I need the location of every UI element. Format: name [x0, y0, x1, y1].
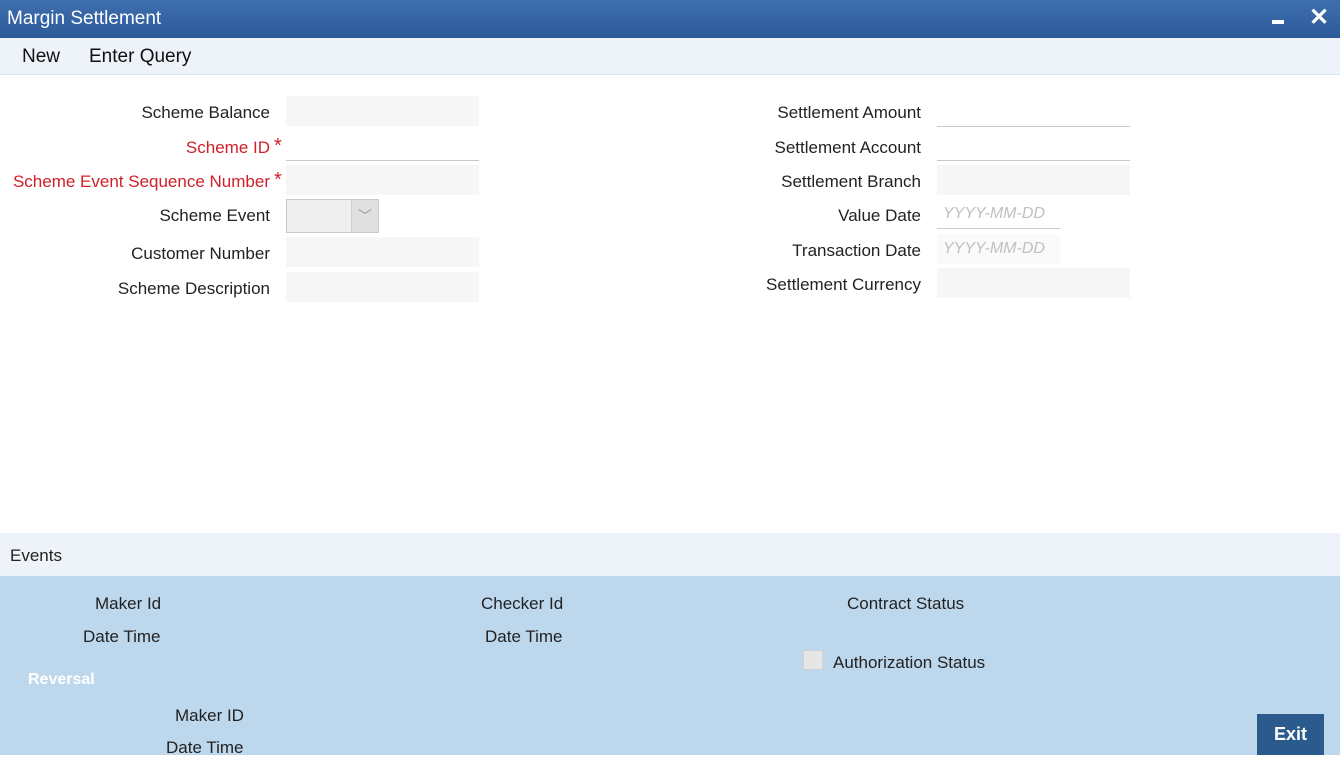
scheme-description-field[interactable]: [286, 272, 479, 302]
value-date-label: Value Date: [838, 206, 921, 225]
settlement-currency-label: Settlement Currency: [766, 275, 921, 294]
scheme-event-seq-input[interactable]: [286, 165, 479, 195]
chevron-down-icon: ﹀: [351, 200, 378, 232]
scheme-event-select[interactable]: ﹀: [286, 199, 379, 233]
reversal-maker-id-label: Maker ID: [175, 706, 244, 725]
settlement-amount-input[interactable]: [937, 97, 1130, 127]
events-link[interactable]: Events: [10, 546, 62, 566]
toolbar: New Enter Query: [0, 38, 1340, 75]
reversal-heading: Reversal: [28, 671, 95, 688]
exit-button[interactable]: Exit: [1257, 714, 1324, 755]
settlement-currency-field[interactable]: [937, 268, 1130, 298]
settlement-branch-label: Settlement Branch: [781, 172, 921, 191]
customer-number-field[interactable]: [286, 237, 479, 267]
new-button[interactable]: New: [22, 46, 60, 68]
window-title: Margin Settlement: [7, 8, 162, 29]
authorization-status-checkbox[interactable]: [803, 650, 823, 670]
close-icon: ✕: [1308, 4, 1330, 31]
checker-id-label: Checker Id: [481, 594, 564, 613]
enter-query-button[interactable]: Enter Query: [89, 46, 191, 68]
scheme-id-input[interactable]: [286, 131, 479, 161]
minimize-icon: [1272, 20, 1284, 24]
audit-panel: Maker Id Date Time Checker Id Date Time …: [0, 576, 1340, 757]
settlement-account-label: Settlement Account: [774, 138, 921, 157]
scheme-id-required-marker: *: [274, 135, 282, 157]
window-titlebar: Margin Settlement ✕: [0, 0, 1340, 38]
scheme-event-seq-required-marker: *: [274, 169, 282, 191]
value-date-input[interactable]: YYYY-MM-DD: [937, 199, 1060, 229]
scheme-balance-field[interactable]: [286, 96, 479, 126]
checker-date-time-label: Date Time: [485, 627, 563, 646]
settlement-amount-label: Settlement Amount: [777, 103, 921, 122]
scheme-description-label: Scheme Description: [117, 279, 270, 298]
settlement-account-input[interactable]: [937, 131, 1130, 161]
scheme-event-seq-label: Scheme Event Sequence Number: [12, 172, 270, 191]
minimize-button[interactable]: [1265, 5, 1291, 31]
scheme-balance-label: Scheme Balance: [141, 103, 270, 122]
transaction-date-label: Transaction Date: [792, 241, 921, 260]
customer-number-label: Customer Number: [131, 244, 270, 263]
scheme-event-label: Scheme Event: [159, 206, 270, 225]
maker-date-time-label: Date Time: [83, 627, 161, 646]
maker-id-label: Maker Id: [95, 594, 162, 613]
transaction-date-field[interactable]: YYYY-MM-DD: [937, 234, 1060, 264]
contract-status-label: Contract Status: [847, 594, 965, 613]
close-button[interactable]: ✕: [1306, 5, 1332, 31]
authorization-status-label: Authorization Status: [833, 653, 986, 672]
reversal-date-time-label: Date Time: [166, 738, 244, 757]
scheme-id-label: Scheme ID: [185, 138, 270, 157]
settlement-branch-field[interactable]: [937, 165, 1130, 195]
events-bar: Events: [0, 533, 1340, 576]
